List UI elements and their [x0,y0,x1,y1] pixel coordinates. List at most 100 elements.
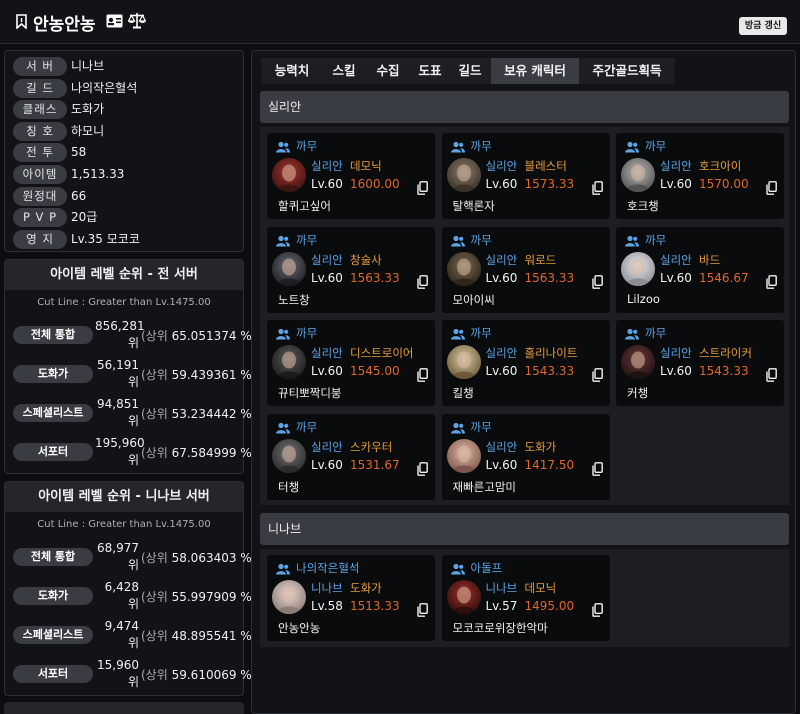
copy-icon[interactable] [417,368,428,382]
character-avatar[interactable] [446,580,481,614]
character-avatar[interactable] [621,251,655,286]
copy-icon[interactable] [417,603,428,617]
percentile-value: 55.997909 %) [171,590,257,604]
character-class: 데모닉 [350,159,382,173]
character-card[interactable]: 까무 실리안 워로드 Lv.60 1563.33 모아이씨 [441,226,610,313]
character-card[interactable]: 까무 실리안 데모닉 Lv.60 1600.00 할퀴고싶어 [267,133,435,219]
character-card[interactable]: 까무 실리안 스트라이커 Lv.60 1543.33 커챙 [616,320,784,406]
ranking-title: 아이템 레벨 순위 - 니나브 서버 [5,482,243,512]
character-name[interactable]: Lilzoo [627,292,660,306]
character-level: Lv.60 [485,457,518,472]
character-name[interactable]: 탈핵론자 [453,198,495,214]
character-card[interactable]: 까무 실리안 호크아이 Lv.60 1570.00 호크챙 [616,133,784,219]
character-card[interactable]: 나의작은혈석 니나브 도화가 Lv.58 1513.33 안농안농 [267,555,435,641]
character-item-level: 1545.00 [350,364,400,378]
tab-6[interactable]: 주간골드획득 [579,58,675,84]
scale-icon[interactable] [128,12,146,29]
character-avatar[interactable] [272,251,306,286]
character-name[interactable]: 킬챙 [453,385,474,401]
character-avatar[interactable] [621,158,655,192]
character-class: 블레스터 [524,159,567,173]
tab-5[interactable]: 보유 캐릭터 [491,58,579,84]
character-avatar[interactable] [272,580,306,614]
character-card[interactable]: 까무 실리안 홀리나이트 Lv.60 1543.33 킬챙 [441,320,610,406]
character-avatar[interactable] [446,345,481,379]
character-class: 워로드 [524,252,557,267]
character-name[interactable]: 호크챙 [627,198,659,214]
character-name[interactable]: 모아이씨 [453,292,495,308]
copy-icon[interactable] [591,368,603,382]
character-name[interactable]: 할퀴고싶어 [278,198,331,214]
character-name[interactable]: 모코코로위장한악마 [453,620,548,636]
character-item-level: 1543.33 [699,364,749,378]
guild-members-icon [276,141,290,153]
character-avatar[interactable] [272,158,306,192]
percentile-prefix: (상위 [141,329,168,343]
character-card[interactable]: 까무 실리안 창술사 Lv.60 1563.33 노트창 [267,226,435,313]
copy-icon[interactable] [766,181,777,195]
character-item-level: 1600.00 [350,177,400,191]
rank-unit: 위 [127,558,139,572]
copy-icon[interactable] [766,368,777,382]
copy-icon[interactable] [591,603,603,617]
character-class: 호크아이 [699,159,742,173]
id-card-icon[interactable] [106,14,123,28]
ranking-percentile: (상위 59.610069 %) [141,666,256,683]
bookmark-icon[interactable] [16,14,27,29]
tab-2[interactable]: 수집 [365,58,411,84]
character-avatar[interactable] [272,345,306,379]
character-card[interactable]: 까무 실리안 바드 Lv.60 1546.67 Lilzoo [616,226,784,313]
info-value: 58 [71,145,87,160]
rank-value: 856,281 [95,319,145,333]
character-name[interactable]: 안농안농 [278,620,320,636]
percentile-prefix: (상위 [141,407,168,421]
character-name[interactable]: 노트창 [278,292,310,308]
character-name[interactable]: 뀨티뽀짝디붕 [278,385,341,401]
ranking-number: 56,191 위 [95,357,139,391]
character-name[interactable]: 재빠른고맘미 [453,479,516,495]
character-server: 실리안 [485,159,518,173]
character-card[interactable]: 까무 실리안 블레스터 Lv.60 1573.33 탈핵론자 [441,133,610,219]
character-avatar[interactable] [446,251,481,286]
character-avatar[interactable] [446,158,481,192]
character-card[interactable]: 까무 실리안 스카우터 Lv.60 1531.67 터챙 [267,413,435,500]
copy-icon[interactable] [417,181,428,195]
character-level: Lv.60 [311,457,343,472]
copy-icon[interactable] [591,461,603,476]
tab-3[interactable]: 도표 [411,58,449,84]
tab-4[interactable]: 길드 [449,58,491,84]
copy-icon[interactable] [591,274,603,289]
character-server: 실리안 [660,252,692,267]
character-item-level: 1570.00 [699,177,749,191]
character-level: Lv.60 [485,364,518,378]
info-label: P V P [13,208,67,228]
character-avatar[interactable] [621,345,655,379]
copy-icon[interactable] [417,274,428,289]
character-avatar[interactable] [446,438,481,473]
copy-icon[interactable] [766,274,777,289]
ranking-percentile: (상위 65.051374 %) [141,327,256,344]
character-card[interactable]: 까무 실리안 도화가 Lv.60 1417.50 재빠른고맘미 [441,413,610,500]
character-server: 실리안 [311,439,343,454]
info-value: 20급 [71,210,98,225]
tab-0[interactable]: 능력치 [261,58,323,84]
character-class: 데모닉 [524,581,557,595]
guild-members-icon [625,328,639,340]
character-avatar[interactable] [272,438,306,473]
character-name[interactable]: 커챙 [627,385,648,401]
info-label: 클래스 [13,100,67,120]
info-value: 하모니 [71,123,105,138]
info-value: 도화가 [71,102,105,117]
ranking-percentile: (상위 53.234442 %) [141,405,256,422]
refresh-button[interactable]: 방금 갱신 [739,17,787,35]
guild-members-icon [450,563,465,575]
character-card[interactable]: 아돌프 니나브 데모닉 Lv.57 1495.00 모코코로위장한악마 [441,555,610,641]
ranking-percentile: (상위 58.063403 %) [141,549,256,566]
copy-icon[interactable] [417,461,428,476]
character-card[interactable]: 까무 실리안 디스트로이어 Lv.60 1545.00 뀨티뽀짝디붕 [267,320,435,406]
guild-members-icon [450,141,465,153]
character-server: 실리안 [311,252,343,267]
copy-icon[interactable] [591,181,603,195]
tab-1[interactable]: 스킬 [323,58,365,84]
character-name[interactable]: 터챙 [278,479,299,495]
